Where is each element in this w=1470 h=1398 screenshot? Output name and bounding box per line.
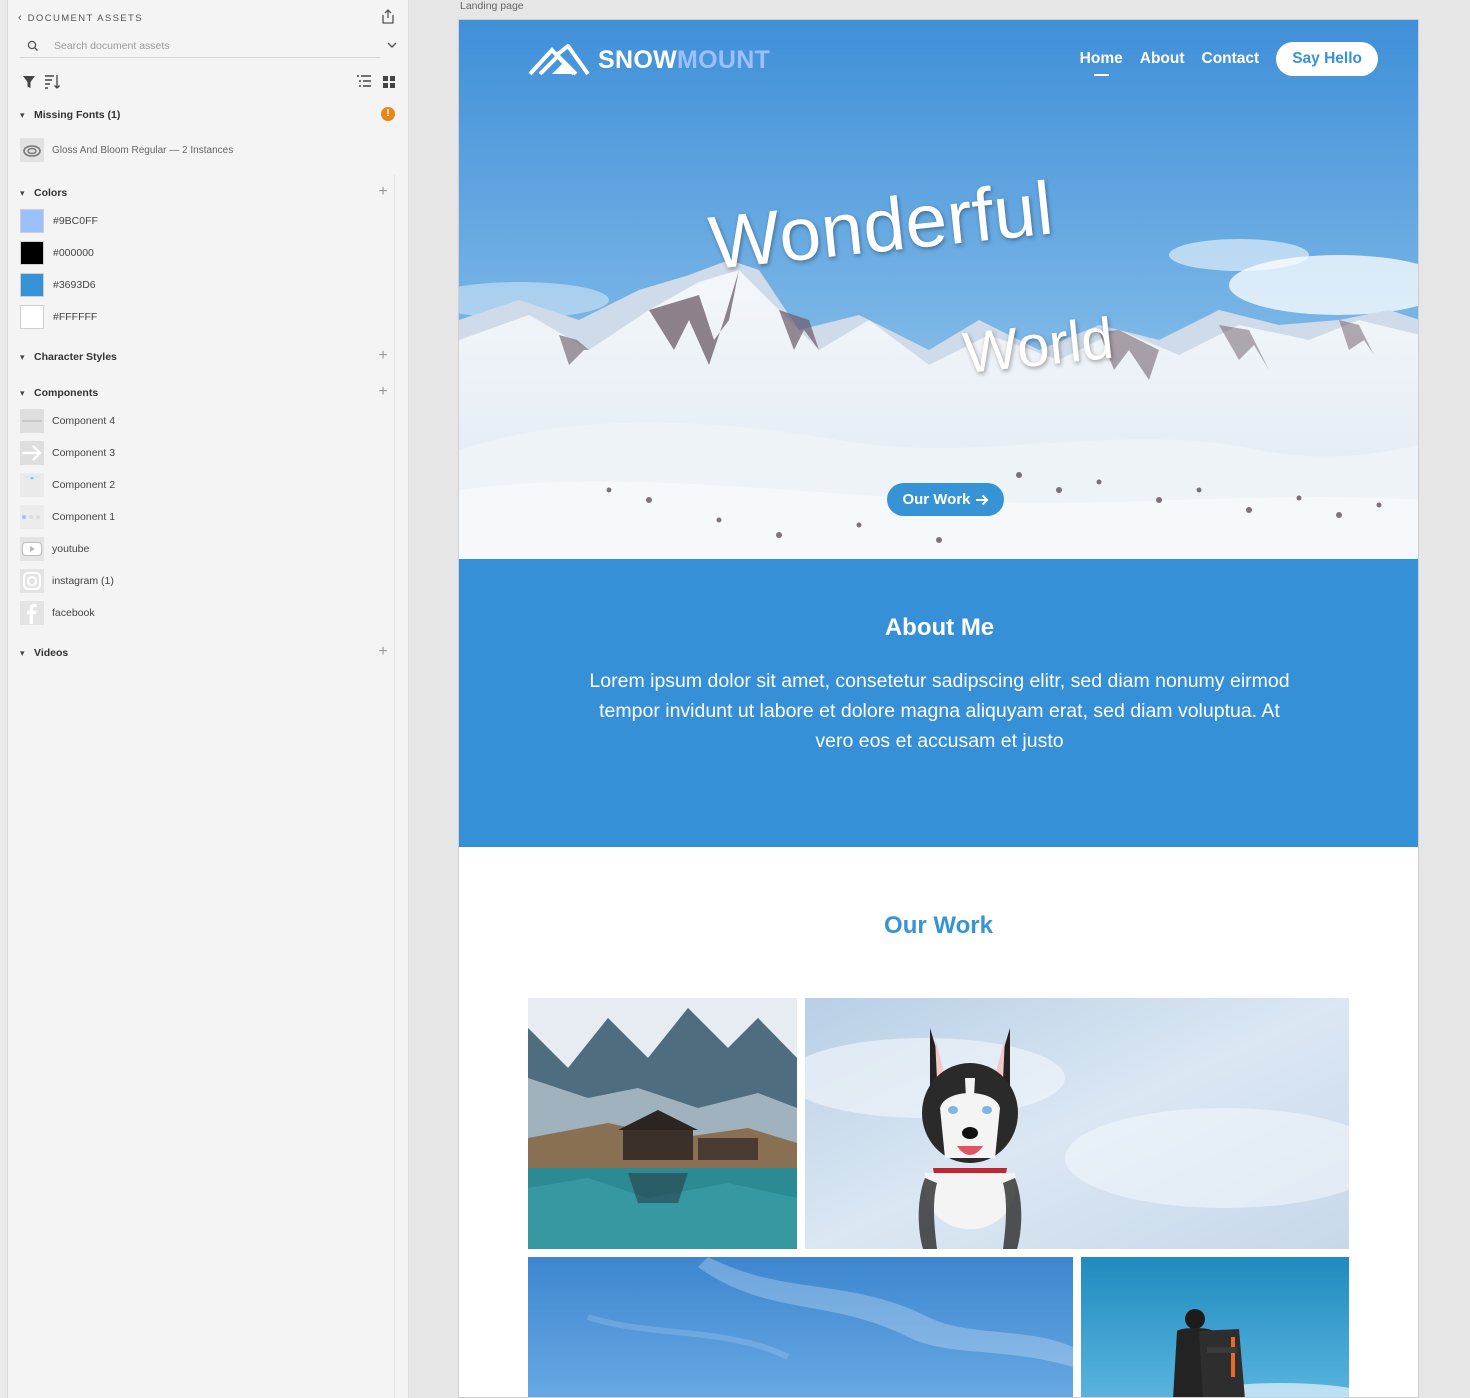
color-item[interactable]: #9BC0FF xyxy=(20,209,98,233)
youtube-icon xyxy=(20,537,44,561)
component-label: Component 3 xyxy=(52,447,116,459)
color-swatch xyxy=(20,241,44,265)
panel-toolbar xyxy=(22,74,397,90)
chevron-down-icon[interactable] xyxy=(386,39,398,51)
chevron-down-icon: ▾ xyxy=(20,647,25,658)
section-title: Videos xyxy=(34,647,69,659)
component-item[interactable]: Component 1 xyxy=(20,505,115,529)
filter-icon[interactable] xyxy=(22,74,38,90)
missing-font-label: Gloss And Bloom Regular — 2 Instances xyxy=(52,144,234,156)
dash-icon xyxy=(20,409,44,433)
arrow-right-icon xyxy=(975,494,988,505)
chevron-down-icon: ▾ xyxy=(20,387,25,398)
share-icon[interactable] xyxy=(381,9,395,24)
mountain-logo-icon xyxy=(528,44,590,76)
our-work-title: Our Work xyxy=(884,912,993,939)
arrow-right-icon xyxy=(20,441,44,465)
section-missing-fonts[interactable]: ▾ Missing Fonts (1) xyxy=(20,108,120,122)
color-swatch xyxy=(20,273,44,297)
about-text: Lorem ipsum dolor sit amet, consetetur s… xyxy=(589,670,1290,752)
component-label: facebook xyxy=(52,607,95,619)
our-work-button-label: Our Work xyxy=(902,491,971,508)
chevron-down-icon: ▾ xyxy=(20,187,25,198)
section-title: Character Styles xyxy=(34,351,117,363)
component-item[interactable]: instagram (1) xyxy=(20,569,114,593)
component-item[interactable]: youtube xyxy=(20,537,89,561)
back-chevron-icon[interactable]: ‹ xyxy=(18,12,22,24)
section-title: Colors xyxy=(34,187,68,199)
color-swatch xyxy=(20,305,44,329)
mountain-hero-image xyxy=(459,20,1418,559)
landing-page-artboard[interactable]: SNOWMOUNT Home About Contact Say Hello W… xyxy=(458,19,1419,1398)
creative-cloud-icon xyxy=(20,138,44,162)
color-item[interactable]: #FFFFFF xyxy=(20,305,97,329)
color-item[interactable]: #3693D6 xyxy=(20,273,96,297)
component-label: Component 4 xyxy=(52,415,116,427)
component-label: Component 2 xyxy=(52,479,116,491)
component-label: Component 1 xyxy=(52,511,116,523)
hero-section: SNOWMOUNT Home About Contact Say Hello W… xyxy=(459,20,1418,559)
about-section: About Me Lorem ipsum dolor sit amet, con… xyxy=(459,559,1418,847)
gallery-image-hiker[interactable] xyxy=(1081,1257,1349,1397)
dots-icon xyxy=(20,505,44,529)
panel-header[interactable]: ‹ DOCUMENT ASSETS xyxy=(18,12,143,24)
about-title: About Me xyxy=(884,614,995,641)
component-item[interactable]: " Component 2 xyxy=(20,473,115,497)
color-label: #3693D6 xyxy=(53,279,96,291)
warning-icon: ! xyxy=(381,107,395,121)
quote-icon: " xyxy=(20,473,44,497)
gallery-image-husky[interactable] xyxy=(805,998,1349,1249)
component-label: instagram (1) xyxy=(52,575,114,587)
color-label: #000000 xyxy=(53,247,94,259)
section-videos[interactable]: ▾ Videos xyxy=(20,646,68,660)
facebook-icon xyxy=(20,601,44,625)
gallery-image-lake[interactable] xyxy=(528,998,797,1249)
assets-panel: ‹ DOCUMENT ASSETS ▾ Missin xyxy=(0,0,409,1398)
add-video-icon[interactable]: + xyxy=(376,644,390,660)
panel-edge xyxy=(0,0,8,1398)
component-label: youtube xyxy=(52,543,90,555)
section-components[interactable]: ▾ Components xyxy=(20,386,98,400)
logo-text-snow: SNOW xyxy=(598,45,677,74)
artboard-label[interactable]: Landing page xyxy=(460,0,524,12)
our-work-button[interactable]: Our Work xyxy=(887,483,1004,516)
logo-text: SNOWMOUNT xyxy=(598,46,770,75)
missing-font-item[interactable]: Gloss And Bloom Regular — 2 Instances xyxy=(20,138,233,162)
color-label: #9BC0FF xyxy=(53,215,98,227)
chevron-down-icon: ▾ xyxy=(20,109,25,120)
color-label: #FFFFFF xyxy=(53,311,98,323)
component-item[interactable]: facebook xyxy=(20,601,95,625)
section-character-styles[interactable]: ▾ Character Styles xyxy=(20,350,117,364)
sort-icon[interactable] xyxy=(44,74,60,90)
search-icon xyxy=(27,40,38,51)
add-component-icon[interactable]: + xyxy=(376,384,390,400)
search-input[interactable] xyxy=(54,39,354,52)
nav-contact[interactable]: Contact xyxy=(1202,50,1260,68)
nav-about[interactable]: About xyxy=(1140,50,1185,68)
logo-text-mount: MOUNT xyxy=(676,45,771,74)
panel-scrollbar[interactable] xyxy=(394,175,395,1398)
search-bar xyxy=(20,34,380,58)
color-swatch xyxy=(20,209,44,233)
list-view-icon[interactable] xyxy=(356,74,372,90)
component-item[interactable]: Component 3 xyxy=(20,441,115,465)
panel-title: DOCUMENT ASSETS xyxy=(27,12,143,24)
gallery-image-sky[interactable] xyxy=(528,1257,1073,1397)
logo[interactable]: SNOWMOUNT xyxy=(528,43,770,77)
add-character-style-icon[interactable]: + xyxy=(376,348,390,364)
add-color-icon[interactable]: + xyxy=(376,184,390,200)
main-nav: Home About Contact Say Hello xyxy=(1080,42,1378,76)
say-hello-button[interactable]: Say Hello xyxy=(1276,42,1378,76)
section-title: Missing Fonts (1) xyxy=(34,109,121,121)
section-title: Components xyxy=(34,387,99,399)
section-colors[interactable]: ▾ Colors xyxy=(20,186,67,200)
instagram-icon xyxy=(20,569,44,593)
chevron-down-icon: ▾ xyxy=(20,351,25,362)
grid-view-icon[interactable] xyxy=(381,74,397,90)
color-item[interactable]: #000000 xyxy=(20,241,94,265)
component-item[interactable]: Component 4 xyxy=(20,409,115,433)
nav-home[interactable]: Home xyxy=(1080,50,1123,76)
